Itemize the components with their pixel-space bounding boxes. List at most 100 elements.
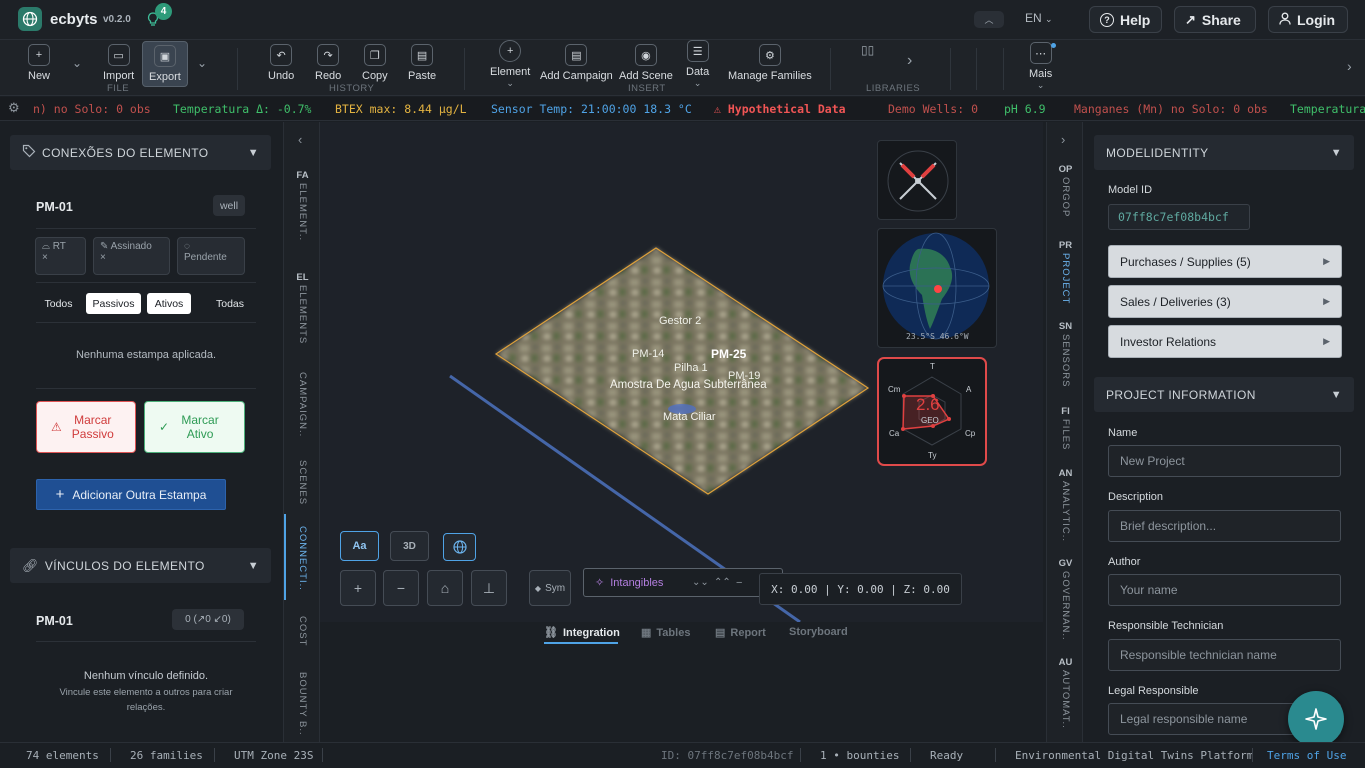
vertical-tab[interactable]: SN SENSORS bbox=[1047, 321, 1084, 387]
vertical-tab[interactable]: GV GOVERNAN.. bbox=[1047, 558, 1084, 641]
mark-passive-button[interactable]: ⚠ Marcar Passivo bbox=[36, 401, 136, 453]
chevron-left-icon[interactable]: ‹ bbox=[298, 132, 302, 147]
gear-icon[interactable]: ⚙ bbox=[8, 100, 20, 116]
chevron-right-icon[interactable]: › bbox=[907, 52, 912, 70]
undo-button[interactable]: ↶ Undo bbox=[268, 44, 294, 82]
ground-plane-button[interactable]: ⊥ bbox=[471, 570, 507, 606]
map-label[interactable]: PM-14 bbox=[632, 348, 664, 360]
filter-ativos[interactable]: Ativos bbox=[147, 293, 191, 314]
collapse-all-icon[interactable]: ⌄⌄ bbox=[692, 577, 709, 588]
expand-all-icon[interactable]: ⌃⌃ bbox=[714, 577, 731, 588]
remove-chip-icon[interactable]: × bbox=[100, 252, 163, 263]
zoom-out-button[interactable]: − bbox=[383, 570, 419, 606]
vertical-tab[interactable]: SCENES bbox=[284, 458, 321, 505]
tab-label: ELEMENT.. bbox=[297, 183, 308, 242]
export-button[interactable]: ▣ Export bbox=[142, 41, 188, 87]
vertical-tab[interactable]: COST bbox=[284, 614, 321, 646]
ai-assistant-button[interactable] bbox=[1288, 691, 1344, 747]
responsible-technician-field[interactable]: Responsible technician name bbox=[1108, 639, 1341, 671]
minimize-icon[interactable]: − bbox=[736, 577, 742, 589]
description-field[interactable]: Brief description... bbox=[1108, 510, 1341, 542]
collapse-header-button[interactable]: ︿ bbox=[974, 11, 1004, 28]
login-button[interactable]: Login bbox=[1268, 6, 1348, 33]
symbols-button[interactable]: ◆ Sym bbox=[529, 570, 571, 606]
vertical-tab[interactable]: FI FILES bbox=[1047, 406, 1084, 450]
globe-view-button[interactable] bbox=[443, 533, 476, 561]
chevron-right-icon[interactable]: › bbox=[1347, 58, 1352, 74]
data-button[interactable]: ☰ Data ⌄ bbox=[686, 40, 709, 89]
model-id-value[interactable]: 07ff8c7ef08b4bcf bbox=[1108, 204, 1250, 230]
add-campaign-button[interactable]: ▤ Add Campaign bbox=[540, 44, 613, 82]
3d-viewport[interactable]: Gestor 2 PM-14 PM-25 Pilha 1 PM-19 Amost… bbox=[320, 122, 1043, 622]
map-label[interactable]: Mata Ciliar bbox=[663, 411, 716, 423]
map-label[interactable]: Pilha 1 bbox=[674, 362, 708, 374]
map-label[interactable]: PM-25 bbox=[711, 347, 746, 361]
tab-tables[interactable]: ▦ Tables bbox=[641, 626, 690, 640]
chevron-right-icon[interactable]: › bbox=[1061, 132, 1065, 147]
copy-button[interactable]: ❐ Copy bbox=[362, 44, 388, 82]
project-information-header[interactable]: PROJECT INFORMATION ▼ bbox=[1094, 377, 1354, 412]
filter-passivos[interactable]: Passivos bbox=[86, 293, 141, 314]
connections-title: CONEXÕES DO ELEMENTO bbox=[42, 145, 209, 160]
author-field[interactable]: Your name bbox=[1108, 574, 1341, 606]
book-icon[interactable]: ▯▯ bbox=[861, 43, 874, 57]
terms-link[interactable]: Terms of Use bbox=[1267, 749, 1346, 762]
vertical-tab[interactable]: CONNECTI.. bbox=[284, 524, 321, 591]
vertical-tab[interactable]: PR PROJECT bbox=[1047, 240, 1084, 304]
compass-widget[interactable] bbox=[877, 140, 957, 220]
accordion-sales[interactable]: Sales / Deliveries (3) ▶ bbox=[1108, 285, 1342, 318]
3d-mode-button[interactable]: 3D bbox=[390, 531, 429, 561]
vertical-tab[interactable]: AU AUTOMAT.. bbox=[1047, 657, 1084, 729]
export-dropdown-chevron-icon[interactable]: ⌄ bbox=[197, 56, 207, 70]
element-button[interactable]: + Element ⌄ bbox=[490, 40, 530, 89]
name-field[interactable]: New Project bbox=[1108, 445, 1341, 477]
redo-button[interactable]: ↷ Redo bbox=[315, 44, 341, 82]
new-button[interactable]: + New bbox=[28, 44, 50, 82]
map-label[interactable]: Gestor 2 bbox=[659, 315, 701, 327]
stamp-chip-assinado[interactable]: ✎ Assinado × bbox=[93, 237, 170, 275]
new-dropdown-chevron-icon[interactable]: ⌄ bbox=[72, 56, 82, 70]
radar-widget[interactable]: 2.6 GEO T A Cp Ty Ca Cm bbox=[877, 357, 987, 466]
map-label[interactable]: Amostra De Agua Subterrânea bbox=[610, 379, 767, 391]
tab-integration[interactable]: ⛓︎ Integration bbox=[544, 626, 620, 640]
intangibles-toolbar[interactable]: ✧ Intangibles ⌄⌄ ⌃⌃ − bbox=[583, 568, 783, 597]
accordion-investor-relations[interactable]: Investor Relations ▶ bbox=[1108, 325, 1342, 358]
vertical-tab[interactable]: EL ELEMENTS bbox=[284, 272, 321, 344]
model-identity-header[interactable]: MODELIDENTITY ▼ bbox=[1094, 135, 1354, 170]
zoom-in-button[interactable]: + bbox=[340, 570, 376, 606]
vertical-tab[interactable]: FA ELEMENT.. bbox=[284, 170, 321, 241]
import-button[interactable]: ▭ Import bbox=[103, 44, 134, 82]
home-view-button[interactable]: ⌂ bbox=[427, 570, 463, 606]
share-button[interactable]: ↗ Share bbox=[1174, 6, 1256, 33]
paste-button[interactable]: ▤ Paste bbox=[408, 44, 436, 82]
language-value: EN bbox=[1025, 11, 1042, 25]
globe-logo-icon[interactable] bbox=[18, 7, 42, 31]
stamp-chip-rt[interactable]: ⌓ RT × bbox=[35, 237, 86, 275]
more-button[interactable]: ⋯ Mais ⌄ bbox=[1029, 42, 1052, 91]
tab-storyboard[interactable]: Storyboard bbox=[789, 626, 848, 638]
tab-code: PR bbox=[1058, 240, 1073, 251]
add-stamp-button[interactable]: + Adicionar Outra Estampa bbox=[36, 479, 226, 510]
help-button[interactable]: ? Help bbox=[1089, 6, 1162, 33]
mark-active-button[interactable]: ✓ Marcar Ativo bbox=[144, 401, 245, 453]
vertical-tab[interactable]: BOUNTY B.. bbox=[284, 670, 321, 736]
stamp-chip-pendente[interactable]: ◌ Pendente bbox=[177, 237, 245, 275]
bounties-status[interactable]: 1 • bounties bbox=[820, 749, 899, 762]
add-scene-button[interactable]: ◉ Add Scene bbox=[619, 44, 673, 82]
notification-badge[interactable]: 4 bbox=[155, 3, 172, 20]
language-select[interactable]: EN ⌄ bbox=[1025, 11, 1053, 25]
text-toggle-button[interactable]: Aa bbox=[340, 531, 379, 561]
accordion-purchases[interactable]: Purchases / Supplies (5) ▶ bbox=[1108, 245, 1342, 278]
manage-families-button[interactable]: ⚙ Manage Families bbox=[728, 44, 812, 82]
filter-todas[interactable]: Todas bbox=[210, 293, 250, 314]
globe-widget[interactable]: 23.5°S 46.6°W bbox=[877, 228, 997, 348]
connections-section-header[interactable]: CONEXÕES DO ELEMENTO ▼ bbox=[10, 135, 271, 170]
filter-todos[interactable]: Todos bbox=[36, 293, 81, 314]
vertical-tab[interactable]: OP ORGOP bbox=[1047, 164, 1084, 217]
chevron-down-icon: ⌄ bbox=[506, 78, 514, 88]
vertical-tab[interactable]: CAMPAIGN.. bbox=[284, 370, 321, 437]
tab-report[interactable]: ▤ Report bbox=[715, 626, 766, 640]
links-section-header[interactable]: 🔗︎ VÍNCULOS DO ELEMENTO ▼ bbox=[10, 548, 271, 583]
remove-chip-icon[interactable]: × bbox=[42, 252, 79, 263]
vertical-tab[interactable]: AN ANALYTIC.. bbox=[1047, 468, 1084, 542]
